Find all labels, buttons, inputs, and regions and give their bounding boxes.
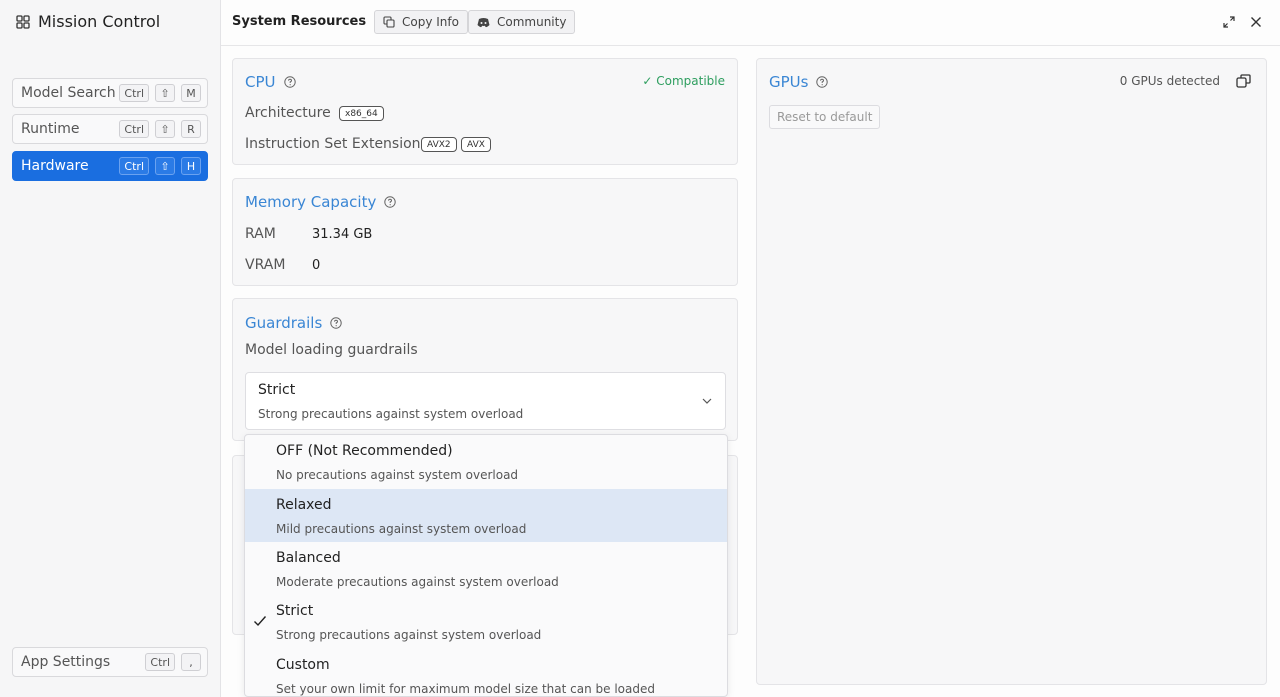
guardrails-title-text: Guardrails <box>245 314 323 332</box>
selected-option-label: Strict <box>258 382 296 398</box>
cpu-card: CPU ✓ Compatible Architecture x86_64 Ins… <box>232 58 738 165</box>
option-label: Relaxed <box>276 497 332 513</box>
shortcut-key: H <box>181 157 201 175</box>
vram-value: 0 <box>312 258 321 273</box>
help-icon[interactable] <box>384 196 397 208</box>
shortcut-key: Ctrl <box>119 84 149 102</box>
community-label: Community <box>497 15 567 29</box>
architecture-chip: x86_64 <box>339 106 384 121</box>
shortcut-key: ⇧ <box>155 84 175 102</box>
sidebar-item-label: App Settings <box>21 654 111 670</box>
vram-label: VRAM <box>245 257 286 273</box>
help-icon[interactable] <box>283 76 296 88</box>
memory-title: Memory Capacity <box>245 193 397 211</box>
popout-icon[interactable] <box>1236 74 1251 88</box>
dropdown-option-custom[interactable]: Custom Set your own limit for maximum mo… <box>245 649 727 696</box>
extension-chip: AVX <box>461 137 491 152</box>
memory-card: Memory Capacity RAM 31.34 GB VRAM 0 <box>232 178 738 286</box>
shortcut-key: Ctrl <box>119 120 149 138</box>
gpus-title-text: GPUs <box>769 73 809 91</box>
extensions-label: Instruction Set Extensions <box>245 136 428 152</box>
guardrails-select[interactable]: Strict Strong precautions against system… <box>245 372 726 430</box>
shortcut-key: Ctrl <box>119 157 149 175</box>
top-bar: System Resources Copy Info Community <box>221 0 1280 46</box>
option-desc: Mild precautions against system overload <box>276 522 527 536</box>
help-icon[interactable] <box>816 76 829 88</box>
copy-info-label: Copy Info <box>402 15 459 29</box>
architecture-label: Architecture <box>245 105 331 121</box>
community-button[interactable]: Community <box>468 10 576 34</box>
shortcut-key: ⇧ <box>155 157 175 175</box>
option-desc: Set your own limit for maximum model siz… <box>276 682 655 696</box>
sidebar: Mission Control Model Search Ctrl ⇧ M Ru… <box>0 0 221 697</box>
shortcut-key: M <box>181 84 201 102</box>
compatibility-status: ✓ Compatible <box>642 74 725 88</box>
option-label: OFF (Not Recommended) <box>276 443 453 459</box>
gpus-title: GPUs <box>769 73 829 91</box>
chevron-down-icon <box>702 398 712 404</box>
sidebar-item-label: Model Search <box>21 85 116 101</box>
app-title: Mission Control <box>16 12 160 31</box>
sidebar-item-app-settings[interactable]: App Settings Ctrl , <box>12 647 208 677</box>
discord-icon <box>477 17 490 27</box>
shortcut-key: , <box>181 653 201 671</box>
close-icon[interactable] <box>1249 15 1263 29</box>
sidebar-item-hardware[interactable]: Hardware Ctrl ⇧ H <box>12 151 208 181</box>
shortcut-key: ⇧ <box>155 120 175 138</box>
option-label: Balanced <box>276 550 341 566</box>
option-desc: Moderate precautions against system over… <box>276 575 559 589</box>
option-desc: Strong precautions against system overlo… <box>276 628 542 642</box>
dropdown-option-balanced[interactable]: Balanced Moderate precautions against sy… <box>245 542 727 595</box>
checkmark-icon <box>254 616 267 627</box>
reset-to-default-button[interactable]: Reset to default <box>769 105 881 129</box>
gpus-detected: 0 GPUs detected <box>1119 74 1220 88</box>
guardrails-dropdown-menu: OFF (Not Recommended) No precautions aga… <box>244 434 728 697</box>
copy-icon <box>383 16 395 28</box>
dropdown-option-strict[interactable]: Strict Strong precautions against system… <box>245 595 727 648</box>
gpus-card: GPUs 0 GPUs detected Reset to default <box>756 58 1267 685</box>
guardrails-subtitle: Model loading guardrails <box>245 342 418 358</box>
sidebar-item-label: Runtime <box>21 121 80 137</box>
sidebar-item-model-search[interactable]: Model Search Ctrl ⇧ M <box>12 78 208 108</box>
option-desc: No precautions against system overload <box>276 468 519 482</box>
shortcut-key: R <box>181 120 201 138</box>
grid-icon <box>16 14 30 29</box>
cpu-title: CPU <box>245 73 296 91</box>
option-label: Custom <box>276 657 330 673</box>
copy-info-button[interactable]: Copy Info <box>374 10 468 34</box>
expand-icon[interactable] <box>1222 15 1236 29</box>
app-title-text: Mission Control <box>38 12 161 31</box>
dropdown-option-relaxed[interactable]: Relaxed Mild precautions against system … <box>245 489 727 542</box>
guardrails-card: Guardrails Model loading guardrails Stri… <box>232 298 738 441</box>
memory-title-text: Memory Capacity <box>245 193 377 211</box>
sidebar-item-label: Hardware <box>21 158 89 174</box>
selected-option-desc: Strong precautions against system overlo… <box>258 407 524 421</box>
guardrails-title: Guardrails <box>245 314 342 332</box>
option-label: Strict <box>276 603 314 619</box>
shortcut-key: Ctrl <box>145 653 175 671</box>
ram-value: 31.34 GB <box>312 227 373 242</box>
dropdown-option-off[interactable]: OFF (Not Recommended) No precautions aga… <box>245 435 727 488</box>
help-icon[interactable] <box>330 317 342 329</box>
sidebar-item-runtime[interactable]: Runtime Ctrl ⇧ R <box>12 114 208 144</box>
ram-label: RAM <box>245 226 276 242</box>
extension-chip: AVX2 <box>421 137 457 152</box>
cpu-title-text: CPU <box>245 73 276 91</box>
page-title: System Resources <box>232 14 367 29</box>
